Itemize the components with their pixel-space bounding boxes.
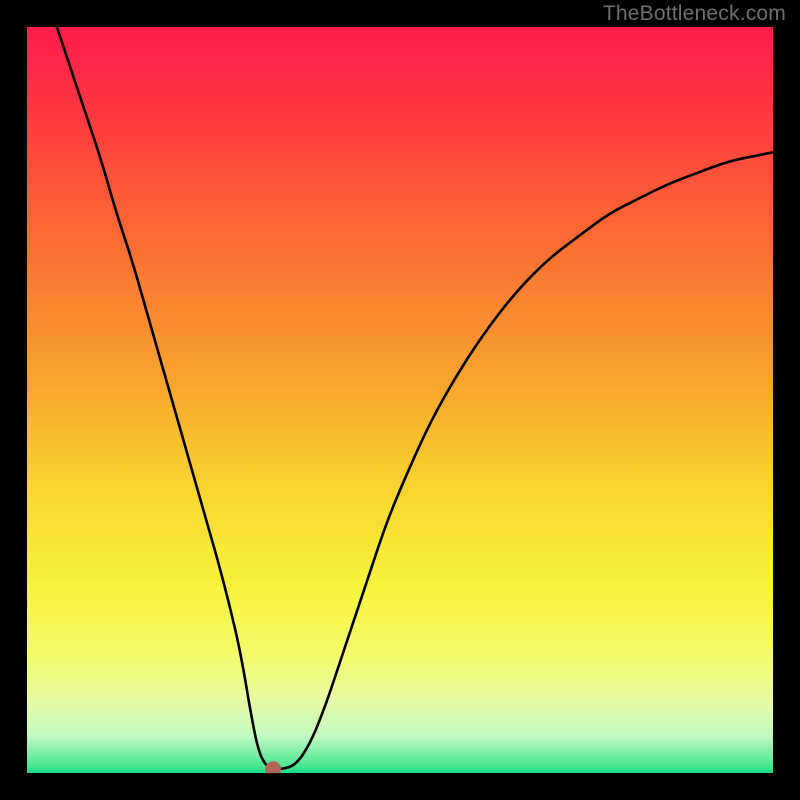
plot-area: [27, 27, 773, 773]
gradient-background: [27, 27, 773, 773]
plot-svg: [27, 27, 773, 773]
watermark-text: TheBottleneck.com: [603, 2, 786, 26]
chart-frame: TheBottleneck.com: [0, 0, 800, 800]
